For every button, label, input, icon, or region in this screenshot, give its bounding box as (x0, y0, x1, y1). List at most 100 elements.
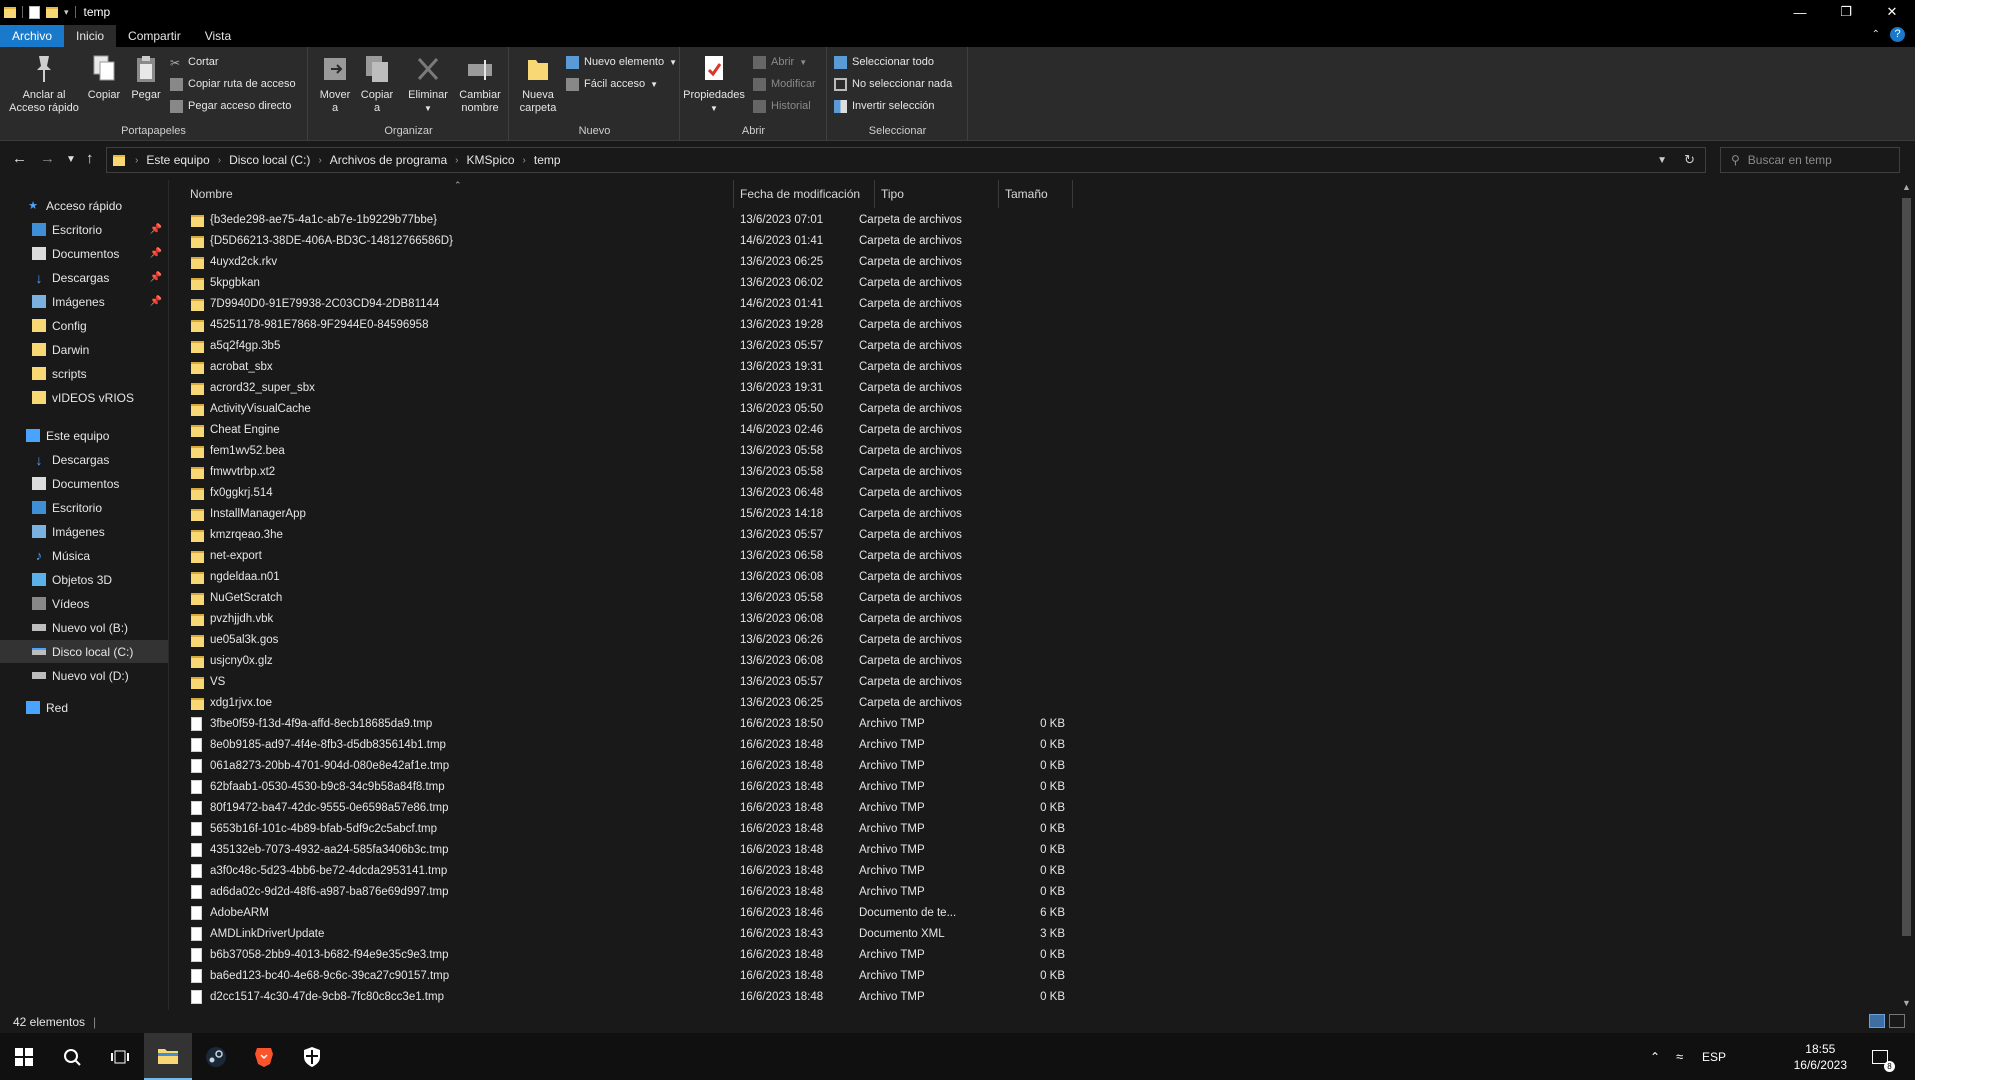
folder-row[interactable]: NuGetScratch 13/6/2023 05:58 Carpeta de ar… (169, 588, 1898, 609)
nav-pc-objetos-3d[interactable]: Objetos 3D (0, 568, 168, 591)
file-explorer-taskbar-button[interactable] (144, 1033, 192, 1080)
collapse-ribbon-icon[interactable]: ⌃ (1872, 29, 1880, 40)
folder-row[interactable]: {b3ede298-ae75-4a1c-ab7e-1b9229b77bbe} 13… (169, 210, 1898, 231)
folder-row[interactable]: xdg1rjvx.toe 13/6/2023 06:25 Carpeta de ar… (169, 693, 1898, 714)
new-folder-button[interactable]: Nueva carpeta (514, 53, 562, 115)
open-button[interactable]: Abrir ▼ (753, 53, 807, 71)
pin-quick-access-button[interactable]: Anclar al Acceso rápido (6, 53, 82, 115)
column-header-name[interactable]: Nombre ⌃ (184, 180, 734, 208)
file-row[interactable]: ba6ed123-bc40-4e68-9c6c-39ca27c90157.tmp… (169, 966, 1898, 987)
nav-pc-nuevo-vol-b[interactable]: Nuevo vol (B:) (0, 616, 168, 639)
nav-pc-descargas[interactable]: ↓ Descargas (0, 448, 168, 471)
nav-item-videos-vrios[interactable]: vIDEOS vRIOS (0, 386, 168, 409)
folder-row[interactable]: fx0ggkrj.514 13/6/2023 06:48 Carpeta de ar… (169, 483, 1898, 504)
chevron-right-icon[interactable]: › (519, 155, 530, 166)
brave-taskbar-button[interactable] (240, 1033, 288, 1080)
select-all-button[interactable]: Seleccionar todo (834, 53, 934, 71)
breadcrumb-kmspico[interactable]: KMSpico (463, 153, 519, 167)
file-row[interactable]: 5653b16f-101c-4b89-bfab-5df9c2c5abcf.tmp… (169, 819, 1898, 840)
folder-row[interactable]: ActivityVisualCache 13/6/2023 05:50 Carpet… (169, 399, 1898, 420)
nav-pc-musica[interactable]: ♪ Música (0, 544, 168, 567)
nav-acceso-rapido[interactable]: ★ Acceso rápido (0, 194, 168, 217)
notifications-button[interactable]: 8 (1872, 1033, 1895, 1080)
up-arrow-icon[interactable]: ↑ (86, 150, 94, 167)
tab-compartir[interactable]: Compartir (116, 25, 193, 47)
breadcrumb-archivos-de-programa[interactable]: Archivos de programa (326, 153, 451, 167)
tab-archivo[interactable]: Archivo (0, 25, 65, 47)
large-icons-view-button[interactable] (1889, 1014, 1905, 1028)
folder-row[interactable]: kmzrqeao.3he 13/6/2023 05:57 Carpeta de ar… (169, 525, 1898, 546)
language-indicator[interactable]: ESP (1702, 1033, 1726, 1080)
chevron-right-icon[interactable]: › (451, 155, 462, 166)
customize-quick-access-icon[interactable]: ▾ (64, 7, 69, 18)
folder-row[interactable]: 4uyxd2ck.rkv 13/6/2023 06:25 Carpeta de ar… (169, 252, 1898, 273)
folder-row[interactable]: acrord32_super_sbx 13/6/2023 19:31 Carpeta… (169, 378, 1898, 399)
chevron-right-icon[interactable]: › (314, 155, 325, 166)
folder-row[interactable]: acrobat_sbx 13/6/2023 19:31 Carpeta de arc… (169, 357, 1898, 378)
file-row[interactable]: AMDLinkDriverUpdate 16/6/2023 18:43 Docume… (169, 924, 1898, 945)
folder-row[interactable]: ue05al3k.gos 13/6/2023 06:26 Carpeta de ar… (169, 630, 1898, 651)
breadcrumb-este-equipo[interactable]: Este equipo (142, 153, 213, 167)
move-to-button[interactable]: Mover a (315, 53, 355, 115)
nav-pc-nuevo-vol-d[interactable]: Nuevo vol (D:) (0, 664, 168, 687)
invert-selection-button[interactable]: Invertir selección (834, 97, 935, 115)
folder-row[interactable]: Cheat Engine 14/6/2023 02:46 Carpeta de ar… (169, 420, 1898, 441)
show-hidden-icons-button[interactable]: ⌃ (1650, 1033, 1660, 1080)
restore-button[interactable]: ❐ (1823, 0, 1869, 24)
file-row[interactable]: b6b37058-2bb9-4013-b682-f94e9e35c9e3.tmp… (169, 945, 1898, 966)
folder-row[interactable]: 5kpgbkan 13/6/2023 06:02 Carpeta de archiv… (169, 273, 1898, 294)
help-icon[interactable]: ? (1890, 27, 1905, 42)
clock[interactable]: 18:55 16/6/2023 (1794, 1041, 1847, 1073)
copy-button[interactable]: Copiar (84, 53, 124, 102)
nav-pc-disco-local-c[interactable]: Disco local (C:) (0, 640, 168, 663)
chevron-right-icon[interactable]: › (214, 155, 225, 166)
easy-access-button[interactable]: Fácil acceso ▼ (566, 75, 658, 93)
delete-button[interactable]: Eliminar ▼ (405, 53, 451, 115)
tab-vista[interactable]: Vista (193, 25, 243, 47)
nav-red[interactable]: Red (0, 696, 168, 719)
network-tray-button[interactable]: ≈ (1676, 1033, 1683, 1080)
cut-button[interactable]: ✂ Cortar (170, 53, 219, 71)
details-view-button[interactable] (1869, 1014, 1885, 1028)
vertical-scrollbar[interactable]: ▲ ▼ (1898, 180, 1915, 1010)
folder-row[interactable]: pvzhjjdh.vbk 13/6/2023 06:08 Carpeta de ar… (169, 609, 1898, 630)
minimize-button[interactable]: — (1777, 0, 1823, 24)
folder-row[interactable]: VS 13/6/2023 05:57 Carpeta de archivos (169, 672, 1898, 693)
copy-path-button[interactable]: Copiar ruta de acceso (170, 75, 296, 93)
close-button[interactable]: ✕ (1869, 0, 1915, 24)
paste-button[interactable]: Pegar (126, 53, 166, 102)
refresh-icon[interactable]: ↻ (1684, 152, 1695, 168)
nav-item-escritorio[interactable]: Escritorio 📌 (0, 218, 168, 241)
nav-pc-documentos[interactable]: Documentos (0, 472, 168, 495)
folder-row[interactable]: 7D9940D0-91E79938-2C03CD94-2DB81144 14/6/… (169, 294, 1898, 315)
history-button[interactable]: Historial (753, 97, 811, 115)
properties-icon[interactable] (29, 5, 40, 19)
file-row[interactable]: d2cc1517-4c30-47de-9cb8-7fc80c8cc3e1.tmp… (169, 987, 1898, 1008)
new-folder-icon[interactable] (46, 6, 58, 18)
column-header-size[interactable]: Tamaño (999, 180, 1073, 208)
scroll-down-icon[interactable]: ▼ (1902, 998, 1911, 1008)
folder-row[interactable]: {D5D66213-38DE-406A-BD3C-14812766586D} 14… (169, 231, 1898, 252)
scrollbar-thumb[interactable] (1902, 198, 1911, 936)
paste-shortcut-button[interactable]: Pegar acceso directo (170, 97, 291, 115)
steam-taskbar-button[interactable] (192, 1033, 240, 1080)
file-row[interactable]: 061a8273-20bb-4701-904d-080e8e42af1e.tmp… (169, 756, 1898, 777)
breadcrumb-disco-local[interactable]: Disco local (C:) (225, 153, 314, 167)
column-header-date[interactable]: Fecha de modificación (734, 180, 875, 208)
address-bar[interactable]: › Este equipo › Disco local (C:) › Archi… (106, 147, 1706, 173)
scroll-up-icon[interactable]: ▲ (1902, 182, 1911, 192)
file-row[interactable]: ad6da02c-9d2d-48f6-a987-ba876e69d997.tmp… (169, 882, 1898, 903)
file-row[interactable]: AdobeARM 16/6/2023 18:46 Documento de te..… (169, 903, 1898, 924)
file-row[interactable]: 62bfaab1-0530-4530-b9c8-34c9b58a84f8.tmp… (169, 777, 1898, 798)
copy-to-button[interactable]: Copiar a (357, 53, 397, 115)
folder-row[interactable]: 45251178-981E7868-9F2944E0-84596958 13/6/… (169, 315, 1898, 336)
search-input[interactable]: ⚲ Buscar en temp (1720, 147, 1900, 173)
new-item-button[interactable]: Nuevo elemento ▼ (566, 53, 677, 71)
folder-row[interactable]: fem1wv52.bea 13/6/2023 05:58 Carpeta de ar… (169, 441, 1898, 462)
nav-pc-escritorio[interactable]: Escritorio (0, 496, 168, 519)
folder-row[interactable]: InstallManagerApp 15/6/2023 14:18 Carpeta … (169, 504, 1898, 525)
folder-row[interactable]: a5q2f4gp.3b5 13/6/2023 05:57 Carpeta de ar… (169, 336, 1898, 357)
folder-row[interactable]: ngdeldaa.n01 13/6/2023 06:08 Carpeta de ar… (169, 567, 1898, 588)
address-dropdown-icon[interactable]: ▼ (1657, 155, 1667, 166)
file-row[interactable]: 8e0b9185-ad97-4f4e-8fb3-d5db835614b1.tmp… (169, 735, 1898, 756)
